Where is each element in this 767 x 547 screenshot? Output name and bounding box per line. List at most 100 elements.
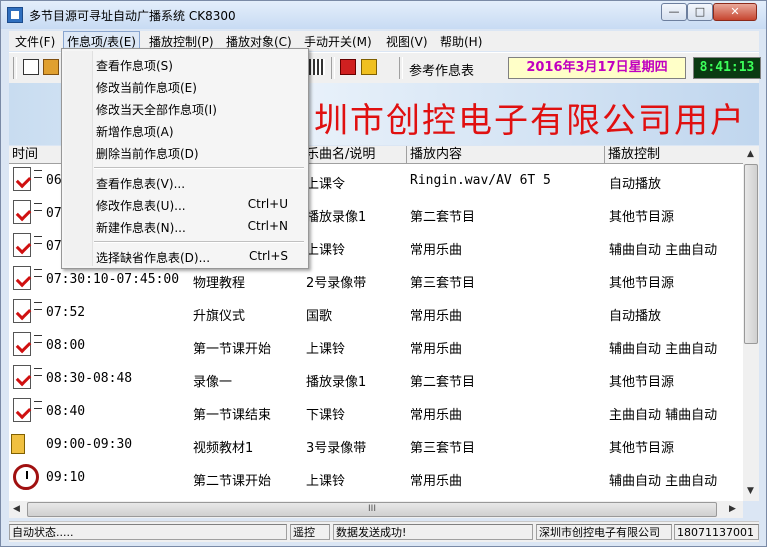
horizontal-scroll-thumb[interactable]: III — [27, 502, 717, 517]
table-row[interactable]: 08:30-08:48 录像一 播放录像1 第二套节目 其他节目源 — [9, 362, 743, 395]
doc-check-icon — [13, 266, 42, 290]
cell-music: 下课铃 — [306, 408, 346, 423]
cell-content: 第二套节目 — [410, 210, 476, 225]
menu-separator — [94, 167, 304, 169]
cell-content: 常用乐曲 — [410, 243, 463, 258]
window-title: 多节目源可寻址自动广播系统 CK8300 — [29, 9, 236, 23]
menu-item-delete-item[interactable]: 删除当前作息项(D) — [96, 145, 199, 162]
book-icon[interactable] — [340, 59, 356, 75]
schedule-menu-dropdown: 查看作息项(S) 修改当前作息项(E) 修改当天全部作息项(I) 新增作息项(A… — [61, 48, 309, 269]
column-header-music[interactable]: 乐曲名/说明 — [303, 146, 407, 163]
menu-item-new-schedule[interactable]: 新建作息表(N)... — [96, 219, 186, 236]
vertical-scrollbar[interactable]: ▲ ▼ — [743, 146, 759, 501]
cell-time: 07 — [46, 206, 62, 221]
column-header-control[interactable]: 播放控制 — [605, 146, 743, 163]
cell-control: 主曲自动 辅曲自动 — [609, 408, 718, 423]
cell-name: 第一节课结束 — [193, 408, 272, 423]
cell-content: 第三套节目 — [410, 276, 476, 291]
cell-content: 常用乐曲 — [410, 309, 463, 324]
maximize-button[interactable]: □ — [687, 3, 713, 21]
cell-content: 常用乐曲 — [410, 408, 463, 423]
menu-item-edit-schedule[interactable]: 修改作息表(U)... — [96, 197, 186, 214]
shortcut-select-default: Ctrl+S — [248, 249, 288, 263]
cell-content: 常用乐曲 — [410, 474, 463, 489]
scroll-right-icon[interactable]: ▶ — [729, 504, 736, 514]
doc-check-icon — [13, 365, 42, 389]
cell-time: 07:30:10-07:45:00 — [46, 272, 180, 287]
cell-time: 07 — [46, 239, 62, 254]
cell-time: 08:40 — [46, 404, 86, 419]
app-window: 多节目源可寻址自动广播系统 CK8300 — □ ✕ 文件(F) 作息项/表(E… — [0, 0, 767, 547]
status-message: 数据发送成功! — [333, 524, 533, 540]
cell-content: 常用乐曲 — [410, 342, 463, 357]
cell-control: 自动播放 — [609, 177, 662, 192]
cell-name: 第二节课开始 — [193, 474, 272, 489]
status-phone: 18071137001 — [674, 524, 759, 540]
minimize-button[interactable]: — — [661, 3, 687, 21]
cell-music: 播放录像1 — [306, 210, 367, 225]
menu-item-view-item[interactable]: 查看作息项(S) — [96, 57, 173, 74]
menu-manual-switch[interactable]: 手动开关(M) — [304, 33, 372, 50]
cell-name: 升旗仪式 — [193, 309, 246, 324]
scroll-down-icon[interactable]: ▼ — [747, 486, 754, 496]
cell-control: 其他节目源 — [609, 441, 675, 456]
title-bar: 多节目源可寻址自动广播系统 CK8300 — □ ✕ — [1, 1, 766, 29]
column-header-content[interactable]: 播放内容 — [407, 146, 605, 163]
table-row[interactable]: 07:52 升旗仪式 国歌 常用乐曲 自动播放 — [9, 296, 743, 329]
cell-name: 第一节课开始 — [193, 342, 272, 357]
toolbar-separator — [399, 57, 403, 79]
cell-music: 2号录像带 — [306, 276, 367, 291]
cell-music: 上课铃 — [306, 342, 346, 357]
cell-music: 上课令 — [306, 177, 346, 192]
speaker-clock-icon — [11, 434, 25, 454]
cell-content: Ringin.wav/AV 6T 5 — [410, 173, 551, 188]
menu-item-edit-current-item[interactable]: 修改当前作息项(E) — [96, 79, 197, 96]
cell-name: 物理教程 — [193, 276, 246, 291]
cell-control: 其他节目源 — [609, 210, 675, 225]
close-button[interactable]: ✕ — [713, 3, 757, 21]
cell-name: 录像一 — [193, 375, 233, 390]
menu-file[interactable]: 文件(F) — [15, 33, 55, 50]
open-icon[interactable] — [43, 59, 59, 75]
cell-time: 08:30-08:48 — [46, 371, 133, 386]
table-row[interactable]: 08:40 第一节课结束 下课铃 常用乐曲 主曲自动 辅曲自动 — [9, 395, 743, 428]
doc-check-icon — [13, 200, 42, 224]
menu-help[interactable]: 帮助(H) — [440, 33, 482, 50]
doc-check-icon — [13, 299, 42, 323]
status-bar: 自动状态..... 遥控 数据发送成功! 深圳市创控电子有限公司 1807113… — [9, 521, 759, 542]
cell-control: 辅曲自动 主曲自动 — [609, 243, 718, 258]
menu-separator — [94, 241, 304, 243]
toolbar-separator — [331, 57, 335, 79]
cell-name: 视频教材1 — [193, 441, 254, 456]
doc-check-icon — [13, 398, 42, 422]
menu-item-add-item[interactable]: 新增作息项(A) — [96, 123, 174, 140]
cell-time: 07:52 — [46, 305, 86, 320]
new-icon[interactable] — [23, 59, 39, 75]
menu-view[interactable]: 视图(V) — [386, 33, 428, 50]
exit-icon[interactable] — [361, 59, 377, 75]
shortcut-edit-schedule: Ctrl+U — [247, 197, 288, 211]
scroll-left-icon[interactable]: ◀ — [13, 504, 20, 514]
table-row[interactable]: 09:10 第二节课开始 上课铃 常用乐曲 辅曲自动 主曲自动 — [9, 461, 743, 494]
cell-control: 其他节目源 — [609, 276, 675, 291]
status-remote: 遥控 — [290, 524, 330, 540]
reference-schedule-label: 参考作息表 — [409, 64, 475, 79]
menu-item-edit-all-today[interactable]: 修改当天全部作息项(I) — [96, 101, 217, 118]
cell-music: 上课铃 — [306, 474, 346, 489]
menu-item-select-default-schedule[interactable]: 选择缺省作息表(D)... — [96, 249, 210, 266]
minimize-icon: — — [668, 5, 680, 18]
grid-icon[interactable] — [309, 59, 325, 75]
table-row[interactable]: 09:00-09:30 视频教材1 3号录像带 第三套节目 其他节目源 — [9, 428, 743, 461]
table-row[interactable]: 08:00 第一节课开始 上课铃 常用乐曲 辅曲自动 主曲自动 — [9, 329, 743, 362]
horizontal-scrollbar[interactable]: ◀ III ▶ — [9, 501, 743, 518]
vertical-scroll-thumb[interactable] — [744, 164, 758, 344]
cell-content: 第二套节目 — [410, 375, 476, 390]
scroll-up-icon[interactable]: ▲ — [747, 149, 754, 159]
cell-music: 3号录像带 — [306, 441, 367, 456]
cell-music: 播放录像1 — [306, 375, 367, 390]
date-display: 2016年3月17日星期四 — [508, 57, 686, 79]
clock-display: 8:41:13 — [693, 57, 761, 79]
menu-item-view-schedule[interactable]: 查看作息表(V)... — [96, 175, 185, 192]
cell-time: 06 — [46, 173, 62, 188]
status-company: 深圳市创控电子有限公司 — [536, 524, 672, 540]
